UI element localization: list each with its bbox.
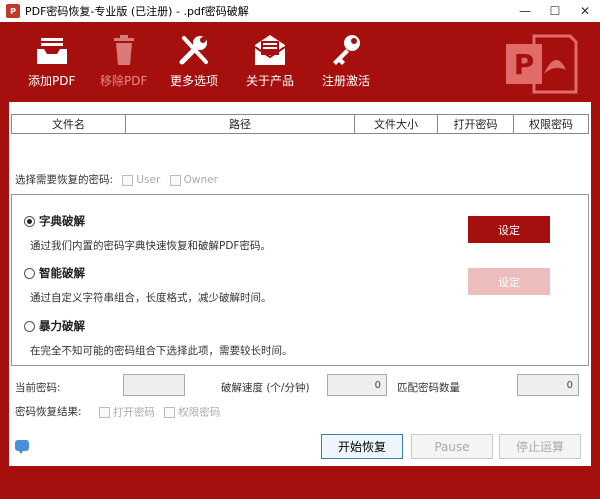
window-title: PDF密码恢复-专业版 (已注册) - .pdf密码破解 — [25, 5, 249, 18]
inbox-tray-icon — [36, 38, 67, 64]
column-filename[interactable]: 文件名 — [12, 115, 126, 133]
pause-button[interactable]: Pause — [411, 434, 493, 459]
brute-desc: 在完全不知可能的密码组合下选择此项，需要较长时间。 — [30, 345, 293, 357]
add-pdf-button[interactable]: 添加PDF — [28, 32, 75, 89]
about-button[interactable]: 关于产品 — [246, 32, 294, 89]
remove-pdf-label: 移除PDF — [100, 74, 148, 88]
file-table-header: 文件名 路径 文件大小 打开密码 权限密码 — [11, 114, 589, 134]
key-icon — [333, 35, 360, 65]
app-window: P PDF密码恢复-专业版 (已注册) - .pdf密码破解 — ☐ ✕ 添加P… — [0, 0, 600, 499]
result-label: 密码恢复结果: — [15, 406, 82, 418]
chat-icon[interactable] — [15, 440, 29, 454]
more-options-button[interactable]: 更多选项 — [170, 32, 218, 89]
attack-mode-group: 字典破解 通过我们内置的密码字典快速恢复和破解PDF密码。 设定 智能破解 通过… — [11, 194, 589, 366]
dictionary-desc: 通过我们内置的密码字典快速恢复和破解PDF密码。 — [30, 240, 271, 252]
current-password-label: 当前密码: — [15, 382, 61, 394]
trash-icon — [113, 35, 134, 65]
title-bar: P PDF密码恢复-专业版 (已注册) - .pdf密码破解 — ☐ ✕ — [0, 0, 600, 22]
owner-checkbox[interactable] — [169, 174, 181, 186]
minimize-icon[interactable]: — — [510, 0, 540, 22]
password-select-row: 选择需要恢复的密码: User Owner — [15, 172, 218, 187]
close-icon[interactable]: ✕ — [570, 0, 600, 22]
dictionary-title: 字典破解 — [39, 214, 85, 228]
register-button[interactable]: 注册激活 — [322, 32, 370, 89]
speed-label: 破解速度 (个/分钟) — [221, 382, 310, 394]
permission-password-checkbox-label: 权限密码 — [178, 406, 221, 419]
dictionary-mode[interactable]: 字典破解 通过我们内置的密码字典快速恢复和破解PDF密码。 — [24, 213, 271, 253]
about-label: 关于产品 — [246, 74, 295, 88]
brute-radio[interactable] — [24, 320, 35, 332]
password-select-label: 选择需要恢复的密码: — [15, 174, 114, 186]
add-pdf-label: 添加PDF — [28, 74, 76, 88]
more-options-label: 更多选项 — [170, 74, 219, 88]
pdf-logo: P — [506, 34, 578, 94]
smart-mode[interactable]: 智能破解 通过自定义字符串组合，长度格式，减少破解时间。 — [24, 265, 272, 305]
app-icon: P — [6, 4, 20, 18]
smart-radio[interactable] — [24, 267, 35, 279]
smart-set-button[interactable]: 设定 — [468, 268, 550, 295]
user-checkbox-label: User — [136, 174, 161, 186]
smart-desc: 通过自定义字符串组合，长度格式，减少破解时间。 — [30, 292, 272, 304]
permission-password-checkbox[interactable] — [164, 406, 176, 418]
open-password-checkbox-label: 打开密码 — [112, 406, 155, 419]
svg-text:P: P — [514, 48, 535, 81]
remove-pdf-button[interactable]: 移除PDF — [100, 32, 147, 89]
owner-checkbox-label: Owner — [183, 174, 218, 186]
speed-field: 0 — [327, 374, 387, 396]
envelope-icon — [254, 35, 286, 65]
matched-field: 0 — [517, 374, 579, 396]
status-bar — [9, 470, 591, 490]
main-panel: 文件名 路径 文件大小 打开密码 权限密码 选择需要恢复的密码: User Ow… — [9, 102, 591, 466]
tools-icon — [179, 36, 208, 65]
current-password-field — [123, 374, 185, 396]
open-password-checkbox[interactable] — [98, 406, 110, 418]
result-row: 密码恢复结果: 打开密码 权限密码 — [15, 404, 220, 420]
dictionary-set-button[interactable]: 设定 — [468, 216, 550, 243]
dictionary-radio[interactable] — [24, 215, 35, 227]
start-button[interactable]: 开始恢复 — [321, 434, 403, 459]
register-label: 注册激活 — [322, 74, 371, 88]
stop-button[interactable]: 停止运算 — [499, 434, 581, 459]
column-filesize[interactable]: 文件大小 — [355, 115, 438, 133]
maximize-icon[interactable]: ☐ — [540, 0, 570, 22]
matched-label: 匹配密码数量 — [397, 382, 460, 394]
column-open-password[interactable]: 打开密码 — [438, 115, 514, 133]
brute-mode[interactable]: 暴力破解 在完全不知可能的密码组合下选择此项，需要较长时间。 — [24, 318, 293, 358]
user-checkbox[interactable] — [122, 174, 134, 186]
window-controls: — ☐ ✕ — [510, 0, 600, 22]
brute-title: 暴力破解 — [39, 319, 85, 333]
column-path[interactable]: 路径 — [126, 115, 355, 133]
smart-title: 智能破解 — [39, 266, 85, 280]
toolbar: 添加PDF 移除PDF 更多选项 关于产品 注册激活 P — [0, 22, 600, 102]
column-permission-password[interactable]: 权限密码 — [514, 115, 588, 133]
